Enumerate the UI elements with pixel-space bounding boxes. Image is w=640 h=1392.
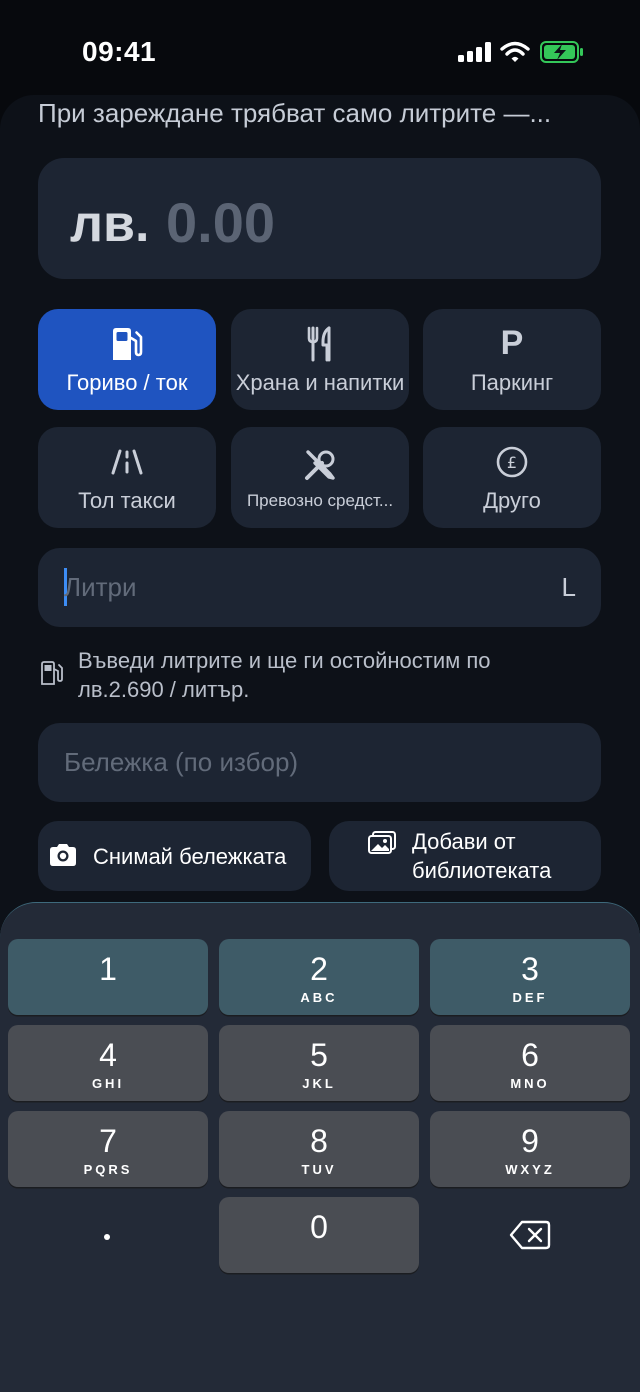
key-letters: JKL	[302, 1076, 336, 1091]
key-7[interactable]: 7 PQRS	[8, 1111, 208, 1187]
key-1[interactable]: 1	[8, 939, 208, 1015]
key-3[interactable]: 3 DEF	[430, 939, 630, 1015]
key-digit: 2	[310, 951, 328, 987]
key-4[interactable]: 4 GHI	[8, 1025, 208, 1101]
key-0[interactable]: 0	[219, 1197, 419, 1273]
category-fuel-label: Гориво / ток	[66, 369, 188, 395]
wrench-screwdriver-icon	[302, 445, 338, 485]
key-digit: 4	[99, 1037, 117, 1073]
header-hint: При зареждане трябват само литрите —...	[38, 98, 552, 128]
road-icon	[105, 442, 149, 482]
fuel-pump-small-icon	[41, 661, 63, 685]
status-time: 09:41	[82, 36, 157, 67]
category-other[interactable]: £ Друго	[423, 427, 601, 528]
cellular-signal-icon	[458, 42, 492, 62]
category-fuel[interactable]: Гориво / ток	[38, 309, 216, 410]
add-from-library-button[interactable]: Добави от библиотеката	[329, 821, 601, 891]
key-digit: 6	[521, 1037, 539, 1073]
key-letters: GHI	[91, 1076, 125, 1091]
pound-circle-icon: £	[495, 442, 529, 482]
key-digit: 0	[310, 1209, 328, 1245]
note-placeholder: Бележка (по избор)	[64, 747, 299, 777]
category-parking-label: Паркинг	[470, 369, 554, 395]
key-letters: PQRS	[83, 1162, 133, 1177]
note-input[interactable]: Бележка (по избор)	[38, 723, 601, 802]
category-other-label: Друго	[483, 487, 541, 513]
key-digit: 3	[521, 951, 539, 987]
battery-charging-icon	[540, 41, 583, 63]
backspace-icon[interactable]	[509, 1220, 551, 1250]
key-digit: 7	[99, 1123, 117, 1159]
liters-unit: L	[561, 572, 576, 602]
photo-library-icon	[368, 831, 396, 854]
fork-knife-icon	[305, 324, 335, 364]
category-vehicle[interactable]: Превозно средст...	[231, 427, 409, 528]
svg-text:£: £	[507, 453, 517, 472]
liters-input[interactable]: Литри L	[38, 548, 601, 627]
category-vehicle-label: Превозно средст...	[246, 490, 394, 510]
category-tolls[interactable]: Тол такси	[38, 427, 216, 528]
key-letters: WXYZ	[505, 1162, 555, 1177]
wifi-icon	[500, 41, 530, 62]
camera-icon	[50, 844, 76, 866]
decimal-point-key[interactable]	[104, 1234, 110, 1240]
key-digit: 8	[310, 1123, 328, 1159]
key-digit: 1	[99, 951, 117, 987]
key-letters: DEF	[512, 990, 548, 1005]
key-digit: 9	[521, 1123, 539, 1159]
key-8[interactable]: 8 TUV	[219, 1111, 419, 1187]
category-food[interactable]: Храна и напитки	[231, 309, 409, 410]
parking-p-icon: P	[500, 324, 524, 362]
key-letters: MNO	[510, 1076, 550, 1091]
key-2[interactable]: 2 ABC	[219, 939, 419, 1015]
liters-placeholder: Литри	[64, 572, 137, 602]
key-5[interactable]: 5 JKL	[219, 1025, 419, 1101]
category-food-label: Храна и напитки	[235, 369, 405, 395]
amount-field[interactable]: лв. 0.00	[38, 158, 601, 279]
take-photo-button[interactable]: Снимай бележката	[38, 821, 311, 891]
key-6[interactable]: 6 MNO	[430, 1025, 630, 1101]
category-parking[interactable]: P Паркинг	[423, 309, 601, 410]
currency-label: лв.	[70, 195, 150, 253]
add-from-library-label: Добави от библиотеката	[412, 829, 552, 883]
fuel-pump-icon	[110, 324, 144, 364]
category-tolls-label: Тол такси	[78, 487, 176, 513]
fuel-price-text: Въведи литрите и ще ги остойностим по лв…	[78, 648, 491, 702]
key-letters: ABC	[300, 990, 338, 1005]
key-9[interactable]: 9 WXYZ	[430, 1111, 630, 1187]
key-digit: 5	[310, 1037, 328, 1073]
status-bar: 09:41	[0, 0, 640, 95]
take-photo-label: Снимай бележката	[93, 844, 287, 869]
key-letters: TUV	[301, 1162, 337, 1177]
amount-value: 0.00	[166, 191, 275, 254]
